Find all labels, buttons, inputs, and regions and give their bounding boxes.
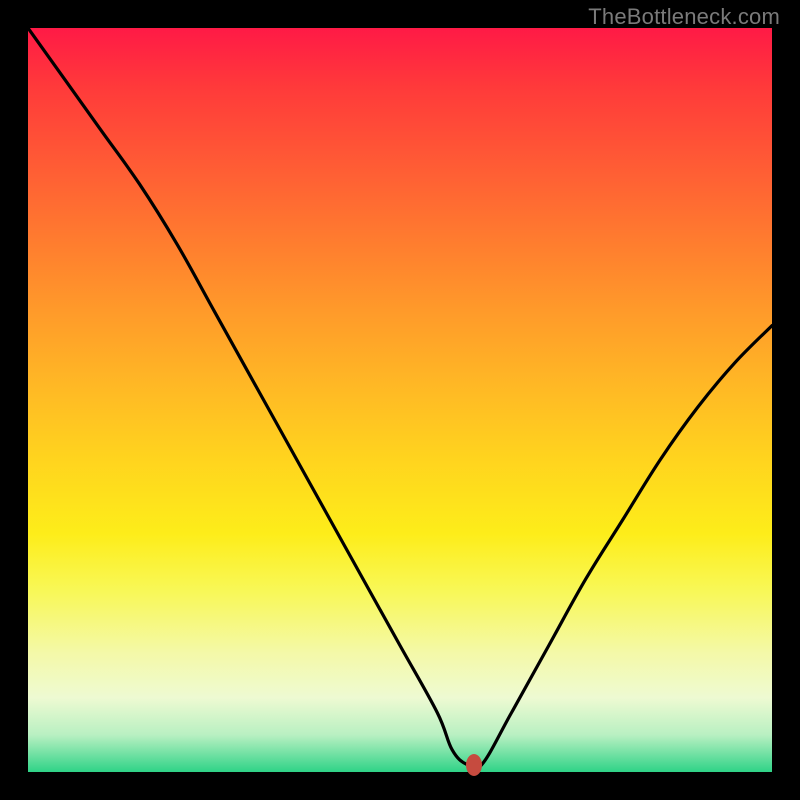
plot-area: [28, 28, 772, 772]
chart-frame: TheBottleneck.com: [0, 0, 800, 800]
curve-svg: [28, 28, 772, 772]
optimum-marker: [466, 754, 482, 776]
watermark-text: TheBottleneck.com: [588, 4, 780, 30]
bottleneck-curve-path: [28, 28, 772, 769]
